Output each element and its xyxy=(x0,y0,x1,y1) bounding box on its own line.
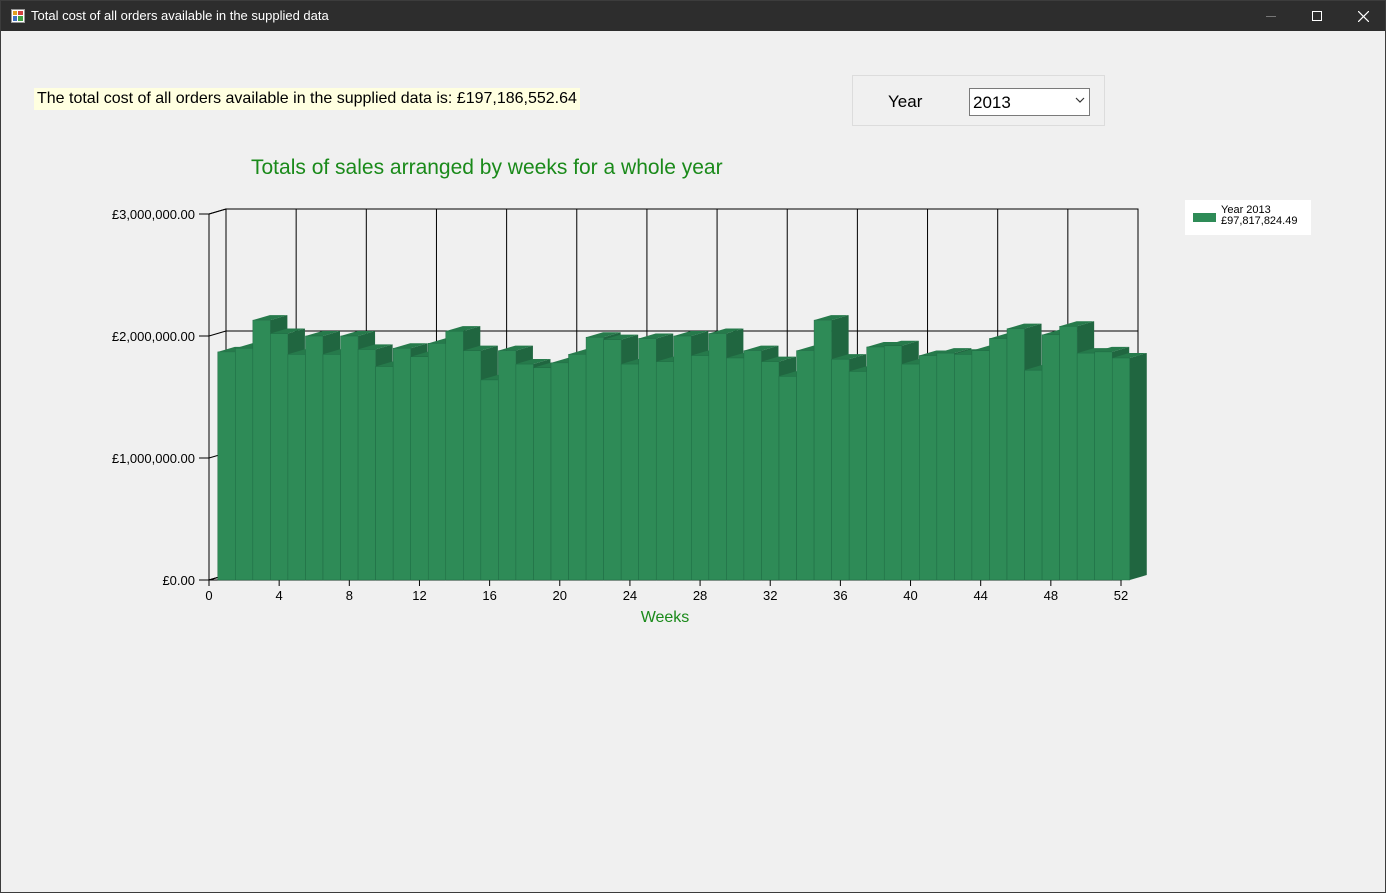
bar xyxy=(585,336,604,581)
bar xyxy=(1024,369,1043,581)
bar xyxy=(989,338,1008,581)
bar xyxy=(673,335,692,581)
x-tick-label: 36 xyxy=(833,588,847,603)
bar xyxy=(1041,334,1060,581)
x-tick-label: 24 xyxy=(623,588,637,603)
x-tick-label: 44 xyxy=(973,588,987,603)
y-tick-label: £2,000,000.00 xyxy=(112,329,195,344)
x-tick-label: 16 xyxy=(482,588,496,603)
bar xyxy=(252,319,271,581)
bar xyxy=(1059,325,1078,581)
bar xyxy=(340,335,359,581)
bar xyxy=(392,347,411,581)
bar xyxy=(620,363,639,581)
bar xyxy=(410,356,429,581)
x-tick-label: 20 xyxy=(553,588,567,603)
bar xyxy=(287,354,306,581)
x-tick-label: 48 xyxy=(1044,588,1058,603)
bar xyxy=(866,346,885,581)
bar xyxy=(305,335,324,581)
sales-chart: £0.00 £1,000,000.00 £2,000,000.00 £3,000,00… xyxy=(112,207,1147,626)
x-tick-label: 12 xyxy=(412,588,426,603)
bar xyxy=(445,330,464,581)
bar xyxy=(1094,351,1113,581)
bar xyxy=(831,358,850,581)
bar xyxy=(550,362,569,581)
bar xyxy=(427,343,447,581)
bar xyxy=(322,354,341,581)
bar xyxy=(463,350,482,581)
bar xyxy=(954,354,973,581)
x-tick-label: 40 xyxy=(903,588,917,603)
bar xyxy=(515,363,534,581)
app-window: Total cost of all orders available in th… xyxy=(0,0,1386,893)
bar xyxy=(375,366,394,581)
legend-series-total: £97,817,824.49 xyxy=(1221,215,1298,227)
bar xyxy=(848,371,867,581)
bar xyxy=(726,357,745,581)
bar xyxy=(235,347,254,581)
x-tick-label: 0 xyxy=(205,588,212,603)
bar xyxy=(813,319,832,581)
bar xyxy=(568,354,587,581)
bar-side xyxy=(1129,352,1147,580)
bar xyxy=(883,345,903,581)
y-gridline-depth xyxy=(208,330,227,337)
x-tick-label: 32 xyxy=(763,588,777,603)
bar xyxy=(603,339,622,581)
x-tick-label: 28 xyxy=(693,588,707,603)
chart-legend: Year 2013 £97,817,824.49 xyxy=(1185,200,1311,235)
bar xyxy=(217,351,236,581)
bar xyxy=(743,350,762,581)
bar xyxy=(638,338,657,581)
x-axis-label: Weeks xyxy=(641,609,690,626)
bar xyxy=(901,363,920,581)
bar xyxy=(270,333,289,581)
bar xyxy=(655,361,675,581)
y-tick-label: £1,000,000.00 xyxy=(112,451,195,466)
bar xyxy=(708,333,727,581)
bar xyxy=(936,352,955,581)
y-gridline-depth xyxy=(208,208,227,215)
bar xyxy=(1076,352,1095,581)
bar xyxy=(357,349,376,581)
x-tick-label: 8 xyxy=(346,588,353,603)
bar xyxy=(691,355,710,581)
legend-text: Year 2013 £97,817,824.49 xyxy=(1221,205,1297,227)
bar xyxy=(533,367,552,581)
bar xyxy=(796,350,815,581)
bar xyxy=(971,350,990,581)
bar xyxy=(778,376,797,581)
legend-swatch xyxy=(1193,213,1216,222)
bar xyxy=(761,361,780,581)
y-tick-label: £3,000,000.00 xyxy=(112,207,195,222)
y-tick-label: £0.00 xyxy=(162,573,195,588)
x-tick-label: 52 xyxy=(1114,588,1128,603)
bar xyxy=(919,355,938,581)
x-tick-label: 4 xyxy=(276,588,283,603)
bar xyxy=(1006,328,1025,581)
bar xyxy=(498,350,517,581)
bar xyxy=(1111,357,1131,581)
bar xyxy=(480,379,499,581)
